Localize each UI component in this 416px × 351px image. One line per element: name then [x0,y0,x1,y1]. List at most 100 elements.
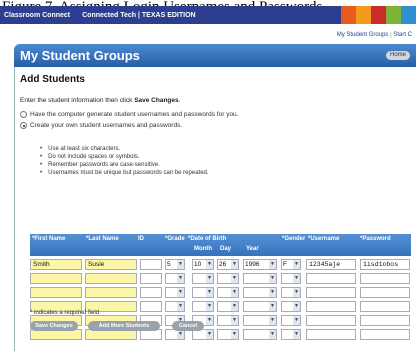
brand-stripe [371,6,386,24]
cancel-button[interactable]: Cancel [172,321,204,331]
col-grade: *Grade [165,236,185,242]
page-header: My Student Groups Home [14,44,416,67]
chevron-down-icon: ▼ [269,330,276,339]
table-row: Smith Susie 5 ▼ 10 ▼ 26 ▼ 1996 ▼ F ▼ 12345aje 1isd1ob… [30,259,411,270]
add-more-students-button[interactable]: Add More Students [88,321,160,331]
month-select[interactable]: ▼ [192,287,214,298]
col-first-name: *First Name [32,236,66,242]
col-id: ID [138,236,144,242]
chevron-down-icon: ▼ [231,302,238,311]
last-name-input[interactable]: Susie [85,259,137,270]
username-input[interactable] [306,329,356,340]
chevron-down-icon: ▼ [206,260,213,269]
radio-generate[interactable] [20,111,27,118]
grade-select[interactable]: ▼ [165,287,185,298]
username-input[interactable] [306,287,356,298]
brand-stripe [356,6,371,24]
password-input[interactable] [360,287,410,298]
day-select[interactable]: ▼ [217,329,239,340]
chevron-down-icon: ▼ [293,330,300,339]
brand-bar: Classroom Connect Connected Tech | TEXAS… [0,6,416,24]
utility-link-start[interactable]: Start C [393,32,412,38]
col-gender: *Gender [282,236,306,242]
username-input[interactable] [306,301,356,312]
id-input[interactable] [140,301,162,312]
month-select[interactable]: 10 ▼ [192,259,214,270]
chevron-down-icon: ▼ [206,330,213,339]
chevron-down-icon: ▼ [177,274,184,283]
rule-item: Do not include spaces or symbols. [40,153,209,161]
gender-select[interactable]: ▼ [281,315,301,326]
option-create-own[interactable]: Create your own student usernames and pa… [20,122,182,129]
rule-item: Usernames must be unique but passwords c… [40,169,208,177]
id-input[interactable] [140,273,162,284]
chevron-down-icon: ▼ [206,302,213,311]
day-select[interactable]: ▼ [217,273,239,284]
utility-link-student-groups[interactable]: My Student Groups [337,32,389,38]
gender-select[interactable]: ▼ [281,287,301,298]
last-name-input[interactable] [85,273,137,284]
grade-select[interactable]: 5 ▼ [165,259,185,270]
password-rules: Use at least six characters. Do not incl… [40,145,209,177]
chevron-down-icon: ▼ [269,302,276,311]
home-button[interactable]: Home [386,51,410,60]
first-name-input[interactable] [30,287,82,298]
chevron-down-icon: ▼ [206,274,213,283]
brand-edition: Connected Tech | TEXAS EDITION [82,11,196,19]
day-select-value: 26 [219,261,227,268]
chevron-down-icon: ▼ [231,288,238,297]
year-select[interactable]: ▼ [243,301,277,312]
password-input[interactable] [360,301,410,312]
brand-logo[interactable]: Classroom Connect [0,12,70,19]
gender-select[interactable]: ▼ [281,329,301,340]
gender-select[interactable]: ▼ [281,273,301,284]
year-select[interactable]: ▼ [243,273,277,284]
chevron-down-icon: ▼ [206,288,213,297]
username-input[interactable] [306,273,356,284]
year-select[interactable]: ▼ [243,287,277,298]
password-input[interactable] [360,329,410,340]
year-select[interactable]: ▼ [243,315,277,326]
first-name-input[interactable] [30,273,82,284]
last-name-input[interactable] [85,287,137,298]
chevron-down-icon: ▼ [231,316,238,325]
grade-select[interactable]: ▼ [165,301,185,312]
gender-select[interactable]: ▼ [281,301,301,312]
option-generate[interactable]: Have the computer generate student usern… [20,111,238,118]
col-dob: *Date of Birth [188,236,227,242]
save-changes-button[interactable]: Save Changes [30,321,78,331]
day-select[interactable]: ▼ [217,301,239,312]
year-select[interactable]: 1996 ▼ [243,259,277,270]
table-body: Smith Susie 5 ▼ 10 ▼ 26 ▼ 1996 ▼ F ▼ 12345aje 1isd1ob… [30,259,411,340]
chevron-down-icon: ▼ [206,316,213,325]
col-username: *Username [308,236,340,242]
brand-stripe [341,6,356,24]
password-input[interactable] [360,273,410,284]
chevron-down-icon: ▼ [269,288,276,297]
radio-create-own[interactable] [20,122,27,129]
id-input[interactable] [140,287,162,298]
chevron-down-icon: ▼ [177,260,184,269]
month-select[interactable]: ▼ [192,273,214,284]
day-select[interactable]: ▼ [217,315,239,326]
gender-select-value: F [283,261,287,268]
table-row: ▼ ▼ ▼ ▼ ▼ [30,273,411,284]
id-input[interactable] [140,259,162,270]
username-input[interactable]: 12345aje [306,259,356,270]
password-input[interactable]: 1isd1obos [360,259,410,270]
first-name-input[interactable]: Smith [30,259,82,270]
grade-select[interactable]: ▼ [165,273,185,284]
password-input[interactable] [360,315,410,326]
username-input[interactable] [306,315,356,326]
day-select[interactable]: 26 ▼ [217,259,239,270]
utility-separator: | [390,32,392,38]
chevron-down-icon: ▼ [269,274,276,283]
chevron-down-icon: ▼ [293,274,300,283]
gender-select[interactable]: F ▼ [281,259,301,270]
day-select[interactable]: ▼ [217,287,239,298]
col-day: Day [220,246,232,252]
instruction-pre: Enter the student information then click [20,97,135,104]
year-select[interactable]: ▼ [243,329,277,340]
month-select[interactable]: ▼ [192,301,214,312]
grade-select-value: 5 [167,261,171,268]
